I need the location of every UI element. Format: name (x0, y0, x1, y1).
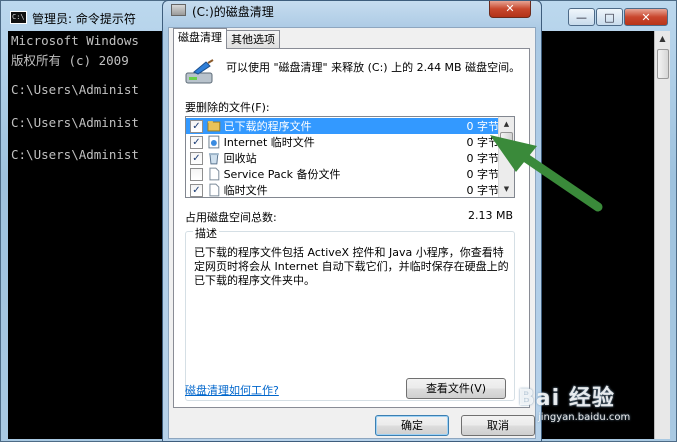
file-size: 0 字节 (466, 168, 500, 181)
recycle-bin-icon (208, 153, 219, 165)
console-line: C:\Users\Administ (11, 82, 139, 97)
scroll-up-arrow-icon[interactable]: ▲ (655, 31, 670, 47)
disk-cleanup-icon (185, 59, 214, 84)
dialog-title: (C:)的磁盘清理 (192, 5, 274, 19)
file-size: 0 字节 (466, 184, 500, 197)
console-scroll-thumb[interactable] (657, 49, 669, 79)
console-line: C:\Users\Administ (11, 115, 139, 130)
file-name: 临时文件 (223, 184, 268, 197)
list-item[interactable]: ✓ Internet 临时文件 0 字节 (186, 134, 499, 150)
console-minimize-button[interactable]: — (568, 8, 595, 26)
tab-panel: 可以使用 "磁盘清理" 来释放 (C:) 上的 2.44 MB 磁盘空间。 要删… (173, 48, 530, 408)
console-title: 管理员: 命令提示符 (32, 12, 136, 26)
checkbox[interactable]: ✓ (190, 183, 203, 197)
tab-disk-cleanup[interactable]: 磁盘清理 (173, 28, 227, 49)
console-close-button[interactable]: ✕ (624, 8, 668, 26)
console-line: Microsoft Windows (11, 33, 139, 48)
description-text: 已下载的程序文件包括 ActiveX 控件和 Java 小程序，你查看特定网页时… (194, 246, 509, 287)
watermark-logo: Bai 经验 (518, 386, 615, 411)
description-group: 描述 已下载的程序文件包括 ActiveX 控件和 Java 小程序，你查看特定… (185, 225, 515, 401)
scroll-up-arrow-icon[interactable]: ▲ (499, 117, 514, 132)
file-name: 已下载的程序文件 (223, 120, 312, 133)
file-name: Internet 临时文件 (223, 136, 315, 149)
checkbox[interactable] (190, 167, 203, 181)
dialog-close-button[interactable]: ✕ (489, 1, 531, 18)
checkbox[interactable]: ✓ (190, 119, 203, 133)
document-icon (209, 167, 220, 181)
console-app-icon: C:\ (10, 11, 27, 24)
file-name: 回收站 (223, 152, 257, 165)
console-scrollbar[interactable]: ▲ (654, 31, 670, 439)
drive-icon (171, 4, 186, 16)
file-name: Service Pack 备份文件 (223, 168, 341, 181)
files-to-delete-list[interactable]: ✓ 已下载的程序文件 0 字节 ✓ Internet 临时文件 0 字节 ✓ 回… (185, 116, 515, 198)
list-item[interactable]: ✓ 已下载的程序文件 0 字节 (186, 118, 499, 134)
baidu-watermark: Bai 经验 jingyan.baidu.com (518, 380, 630, 423)
list-item[interactable]: ✓ 回收站 0 字节 (186, 150, 499, 166)
help-link[interactable]: 磁盘清理如何工作? (185, 382, 279, 398)
file-size: 0 字节 (466, 136, 500, 149)
console-window-controls: — □ ✕ (567, 8, 668, 26)
folder-icon (207, 121, 221, 132)
disk-cleanup-dialog: (C:)的磁盘清理 ✕ 磁盘清理 其他选项 可以使用 "磁盘清理" 来释放 (C… (162, 0, 542, 442)
document-icon (209, 183, 220, 197)
file-size: 0 字节 (466, 120, 500, 133)
watermark-url: jingyan.baidu.com (538, 412, 631, 423)
console-maximize-button[interactable]: □ (596, 8, 623, 26)
dialog-body: 磁盘清理 其他选项 可以使用 "磁盘清理" 来释放 (C:) 上的 2.44 M… (168, 27, 536, 439)
checkbox[interactable]: ✓ (190, 135, 203, 149)
ok-button[interactable]: 确定 (375, 415, 449, 436)
scroll-down-arrow-icon[interactable]: ▼ (499, 182, 514, 197)
tab-strip: 磁盘清理 其他选项 (173, 28, 280, 49)
files-to-delete-label: 要删除的文件(F): (185, 101, 270, 114)
checkbox[interactable]: ✓ (190, 151, 203, 165)
total-space-label: 占用磁盘空间总数: (185, 211, 277, 224)
tab-more-options[interactable]: 其他选项 (226, 30, 280, 49)
list-item[interactable]: ✓ 临时文件 0 字节 (186, 182, 500, 197)
list-scroll-thumb[interactable] (500, 132, 513, 150)
description-legend: 描述 (193, 225, 219, 241)
internet-icon (208, 135, 220, 149)
total-space-value: 2.13 MB (467, 209, 513, 222)
view-files-button[interactable]: 查看文件(V) (406, 378, 506, 399)
console-line: 版权所有 (c) 2009 (11, 53, 129, 68)
list-item[interactable]: Service Pack 备份文件 0 字节 (186, 166, 499, 182)
file-size: 0 字节 (466, 152, 500, 165)
intro-text: 可以使用 "磁盘清理" 来释放 (C:) 上的 2.44 MB 磁盘空间。 (226, 61, 521, 74)
console-line: C:\Users\Administ (11, 147, 139, 162)
list-scrollbar[interactable]: ▲ ▼ (498, 117, 514, 197)
